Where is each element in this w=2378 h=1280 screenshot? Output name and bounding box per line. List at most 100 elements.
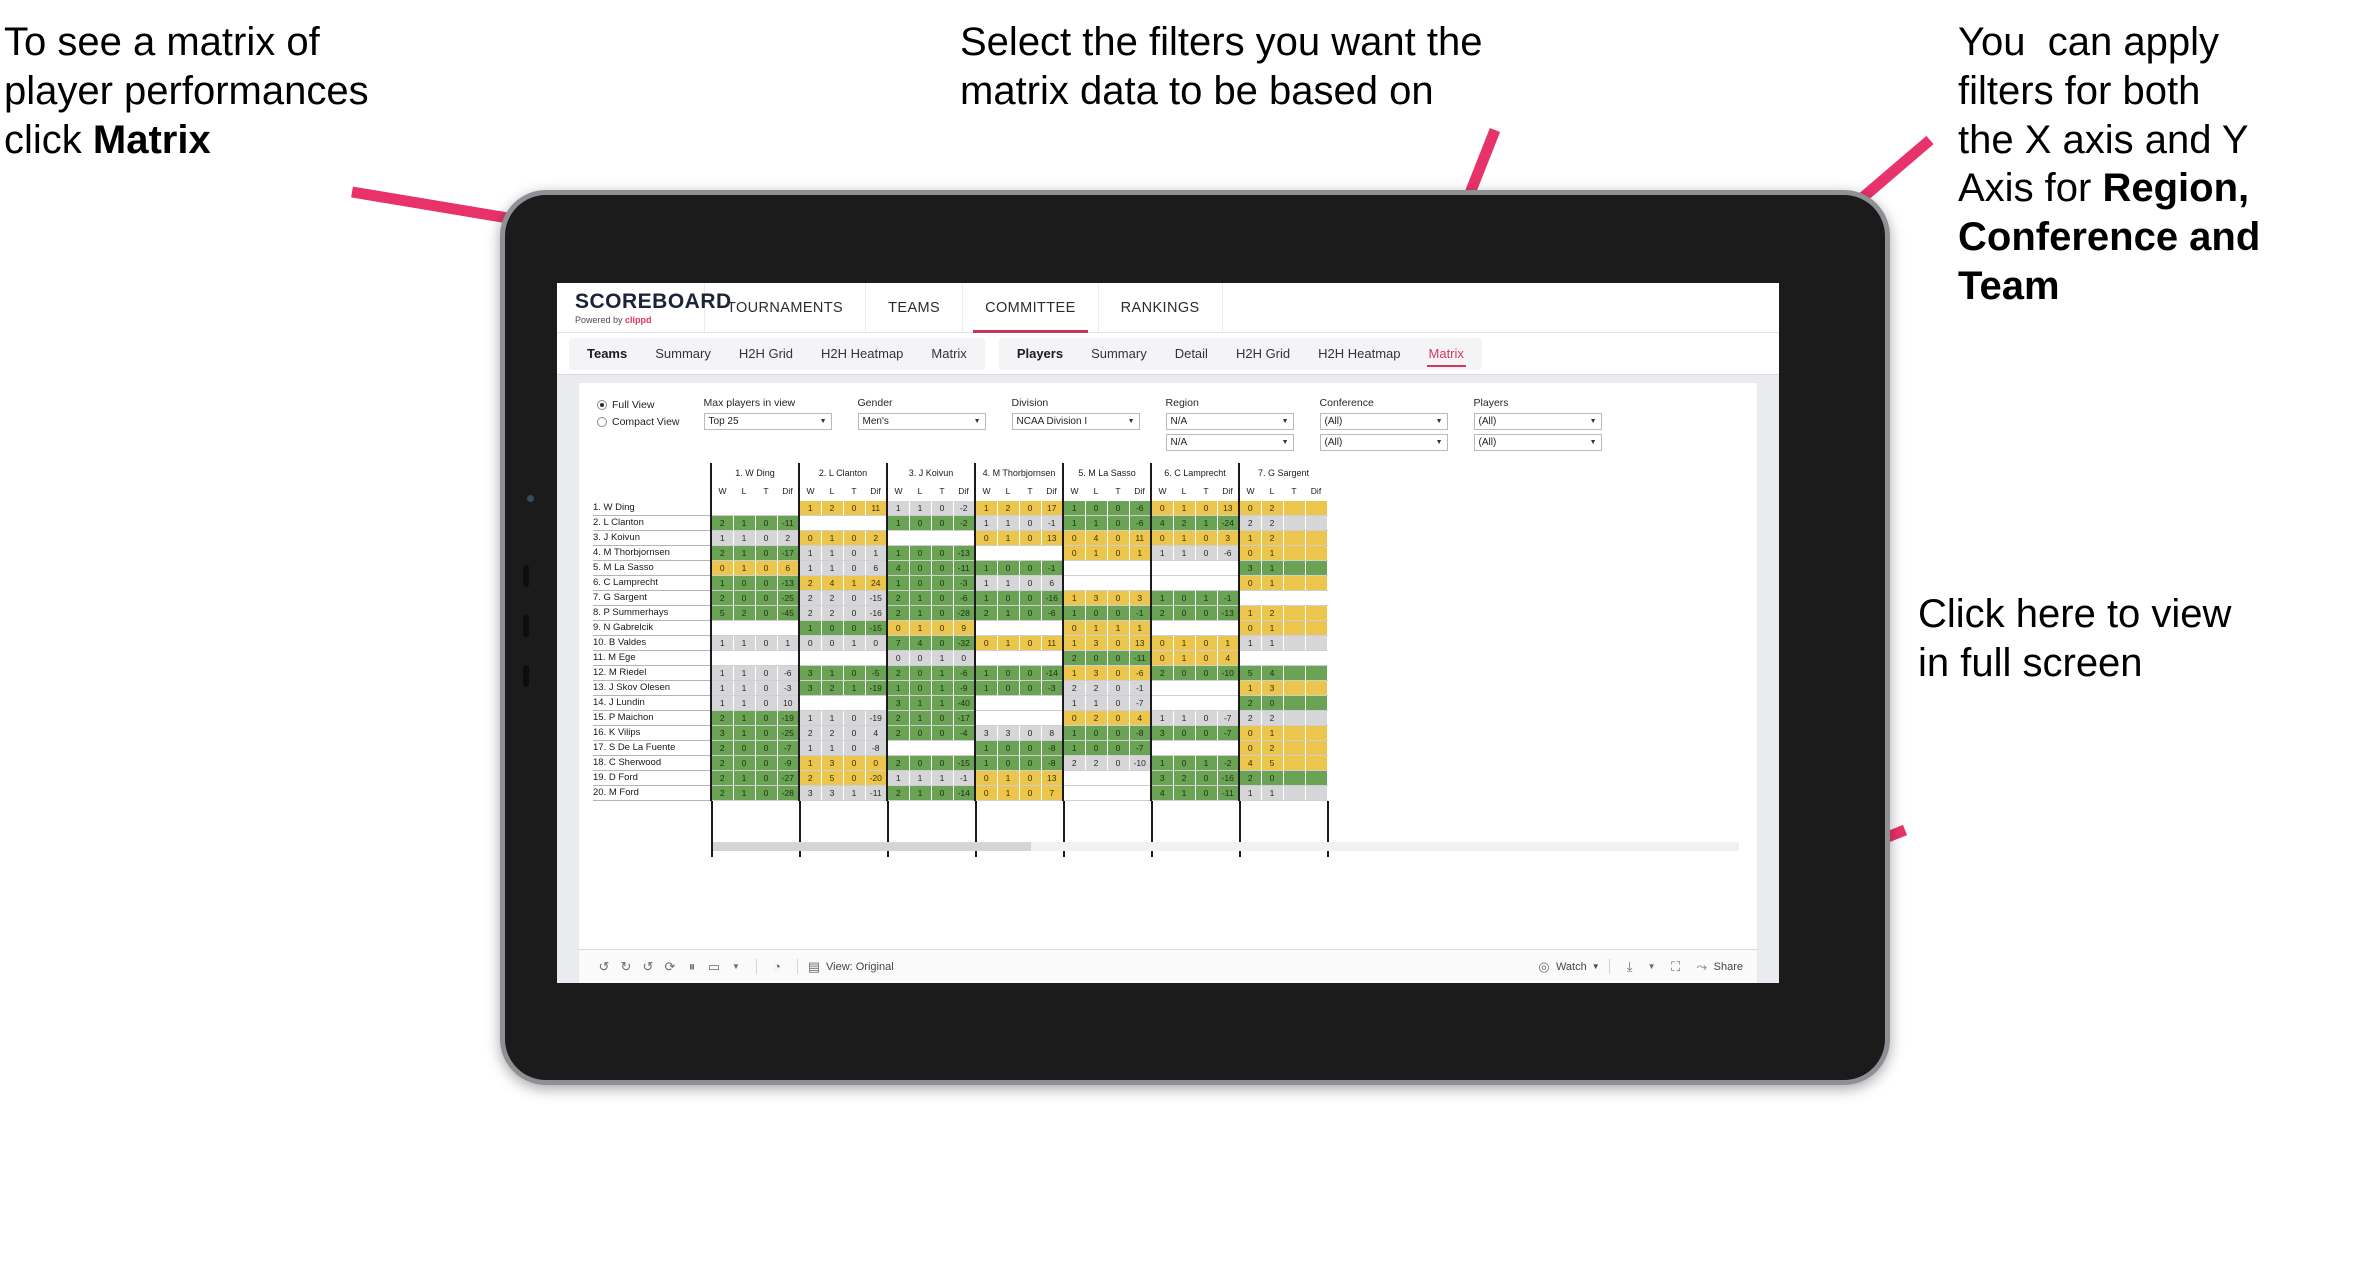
matrix-cell[interactable]: 1 — [974, 574, 998, 591]
matrix-cell[interactable]: 1 — [996, 514, 1020, 531]
matrix-cell[interactable]: 0 — [952, 649, 976, 666]
matrix-cell[interactable]: 2 — [886, 754, 910, 771]
matrix-cell[interactable]: 1 — [1062, 499, 1086, 516]
matrix-cell[interactable] — [974, 694, 998, 711]
matrix-cell[interactable]: 0 — [842, 724, 866, 741]
undo-icon[interactable]: ↺ — [593, 956, 615, 978]
matrix-cell[interactable]: 0 — [1150, 529, 1174, 546]
filter-conference-y-select[interactable]: (All) ▼ — [1319, 434, 1448, 451]
matrix-cell[interactable]: 1 — [1238, 634, 1262, 651]
matrix-cell[interactable]: 1 — [1172, 634, 1196, 651]
matrix-cell[interactable]: 0 — [1018, 589, 1042, 606]
matrix-cell[interactable]: 1 — [930, 664, 954, 681]
matrix-cell[interactable]: 2 — [710, 709, 734, 726]
matrix-cell[interactable] — [1194, 739, 1218, 756]
matrix-cell[interactable]: -17 — [776, 544, 800, 561]
filter-gender-select[interactable]: Men's ▼ — [857, 413, 986, 430]
matrix-cell[interactable]: 0 — [754, 514, 778, 531]
matrix-cell[interactable]: -11 — [1128, 649, 1152, 666]
matrix-cell[interactable]: 1 — [798, 559, 822, 576]
matrix-cell[interactable]: 11 — [1128, 529, 1152, 546]
matrix-cell[interactable]: 2 — [886, 724, 910, 741]
matrix-cell[interactable]: 0 — [1172, 589, 1196, 606]
matrix-cell[interactable]: 0 — [732, 739, 756, 756]
matrix-cell[interactable]: 2 — [1062, 679, 1086, 696]
matrix-cell[interactable]: 1 — [996, 784, 1020, 801]
matrix-cell[interactable]: 1 — [1260, 634, 1284, 651]
device-preview-icon[interactable]: ◔ — [766, 956, 788, 978]
matrix-cell[interactable]: 0 — [1106, 604, 1130, 621]
matrix-cell[interactable]: 13 — [1040, 769, 1064, 786]
matrix-cell[interactable] — [1304, 589, 1328, 606]
matrix-cell[interactable]: 1 — [1238, 604, 1262, 621]
matrix-cell[interactable]: 1 — [908, 784, 932, 801]
matrix-cell[interactable] — [820, 649, 844, 666]
matrix-cell[interactable]: -6 — [1216, 544, 1240, 561]
matrix-cell[interactable]: 0 — [1106, 649, 1130, 666]
matrix-cell[interactable]: 0 — [754, 559, 778, 576]
matrix-cell[interactable]: 0 — [842, 619, 866, 636]
matrix-cell[interactable] — [1304, 499, 1328, 516]
matrix-cell[interactable]: 3 — [798, 679, 822, 696]
matrix-cell[interactable]: 1 — [710, 634, 734, 651]
matrix-cell[interactable] — [1018, 709, 1042, 726]
matrix-cell[interactable]: -16 — [1216, 769, 1240, 786]
topnav-committee[interactable]: COMMITTEE — [963, 283, 1099, 333]
matrix-cell[interactable]: 1 — [1062, 739, 1086, 756]
matrix-cell[interactable] — [1238, 589, 1262, 606]
matrix-cell[interactable] — [930, 529, 954, 546]
matrix-cell[interactable]: 1 — [798, 709, 822, 726]
matrix-cell[interactable]: 1 — [798, 619, 822, 636]
matrix-cell[interactable]: 0 — [930, 709, 954, 726]
matrix-cell[interactable]: 0 — [996, 679, 1020, 696]
matrix-cell[interactable]: 1 — [1172, 499, 1196, 516]
matrix-cell[interactable]: 0 — [732, 574, 756, 591]
matrix-cell[interactable] — [1304, 544, 1328, 561]
matrix-cell[interactable]: 0 — [1106, 739, 1130, 756]
matrix-cell[interactable]: -7 — [1128, 739, 1152, 756]
matrix-cell[interactable]: 1 — [732, 679, 756, 696]
matrix-cell[interactable]: 2 — [732, 604, 756, 621]
matrix-cell[interactable]: -9 — [776, 754, 800, 771]
matrix-cell[interactable] — [1304, 559, 1328, 576]
matrix-cell[interactable]: 0 — [754, 694, 778, 711]
matrix-cell[interactable]: 3 — [1150, 724, 1174, 741]
matrix-cell[interactable]: -1 — [1040, 514, 1064, 531]
matrix-cell[interactable]: 1 — [732, 694, 756, 711]
matrix-cell[interactable]: 2 — [864, 529, 888, 546]
matrix-cell[interactable]: 3 — [820, 754, 844, 771]
matrix-cell[interactable]: 0 — [930, 499, 954, 516]
matrix-cell[interactable]: 0 — [930, 559, 954, 576]
matrix-cell[interactable]: 0 — [1084, 649, 1108, 666]
matrix-cell[interactable]: 0 — [1194, 709, 1218, 726]
matrix-cell[interactable]: 1 — [1062, 634, 1086, 651]
matrix-cell[interactable]: -14 — [1040, 664, 1064, 681]
matrix-cell[interactable] — [820, 694, 844, 711]
matrix-cell[interactable] — [732, 499, 756, 516]
matrix-cell[interactable]: 4 — [1150, 784, 1174, 801]
tab-players-detail[interactable]: Detail — [1161, 338, 1222, 370]
scrollbar-thumb[interactable] — [713, 841, 1032, 851]
matrix-cell[interactable]: 0 — [1062, 709, 1086, 726]
matrix-cell[interactable] — [754, 619, 778, 636]
refresh-data-icon[interactable]: ⟳ — [659, 956, 681, 978]
matrix-cell[interactable] — [710, 649, 734, 666]
matrix-cell[interactable]: 0 — [1106, 544, 1130, 561]
matrix-cell[interactable]: 0 — [930, 574, 954, 591]
chevron-down-icon[interactable]: ▼ — [1641, 956, 1663, 978]
matrix-cell[interactable]: 0 — [1018, 559, 1042, 576]
tab-players-summary[interactable]: Summary — [1077, 338, 1161, 370]
matrix-cell[interactable]: 1 — [798, 754, 822, 771]
matrix-cell[interactable]: 0 — [798, 634, 822, 651]
watch-button[interactable]: ◎ Watch ▼ — [1537, 956, 1599, 978]
matrix-cell[interactable] — [1106, 769, 1130, 786]
matrix-cell[interactable] — [1282, 544, 1306, 561]
matrix-cell[interactable]: 0 — [842, 709, 866, 726]
matrix-cell[interactable]: 2 — [820, 724, 844, 741]
matrix-cell[interactable]: 0 — [1018, 634, 1042, 651]
matrix-cell[interactable] — [1018, 694, 1042, 711]
matrix-cell[interactable]: 4 — [886, 559, 910, 576]
matrix-cell[interactable]: 1 — [1172, 529, 1196, 546]
matrix-cell[interactable]: 1 — [974, 664, 998, 681]
matrix-cell[interactable]: 2 — [710, 514, 734, 531]
